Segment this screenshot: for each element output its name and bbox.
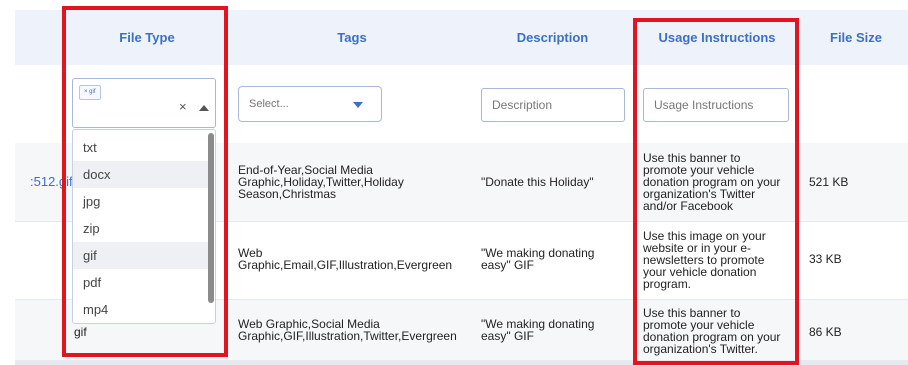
highlight-box-usage-instructions — [633, 18, 799, 365]
description-line: easy" GIF — [481, 329, 534, 343]
tags-filter-select[interactable]: Select... — [238, 86, 382, 122]
description-filter-input[interactable] — [481, 88, 625, 122]
tags-cell: Web Graphic,Social Media Graphic,GIF,Ill… — [238, 318, 473, 342]
column-header-description[interactable]: Description — [475, 10, 630, 65]
file-size-cell: 86 KB — [809, 325, 842, 339]
description-cell: "We making donating easy" GIF — [481, 318, 594, 342]
description-line: "Donate this Holiday" — [481, 175, 594, 189]
file-size-cell: 521 KB — [809, 175, 849, 189]
tags-line: Graphic,GIF,Illustration,Twitter,Evergre… — [238, 329, 457, 343]
column-header-tags[interactable]: Tags — [232, 10, 472, 65]
chevron-down-icon — [353, 102, 363, 108]
tags-line: Graphic,Email,GIF,Illustration,Evergreen — [238, 258, 453, 272]
description-line: easy" GIF — [481, 258, 534, 272]
tags-cell: End-of-Year,Social Media Graphic,Holiday… — [238, 164, 473, 200]
column-header-file-size[interactable]: File Size — [825, 10, 908, 65]
description-cell: "We making donating easy" GIF — [481, 247, 594, 271]
description-cell: "Donate this Holiday" — [481, 176, 594, 188]
highlight-box-file-type — [62, 6, 228, 357]
tags-filter-placeholder: Select... — [249, 98, 289, 110]
tags-line: Season,Christmas — [238, 187, 337, 201]
file-size-cell: 33 KB — [809, 252, 842, 266]
tags-cell: Web Graphic,Email,GIF,Illustration,Everg… — [238, 247, 473, 271]
